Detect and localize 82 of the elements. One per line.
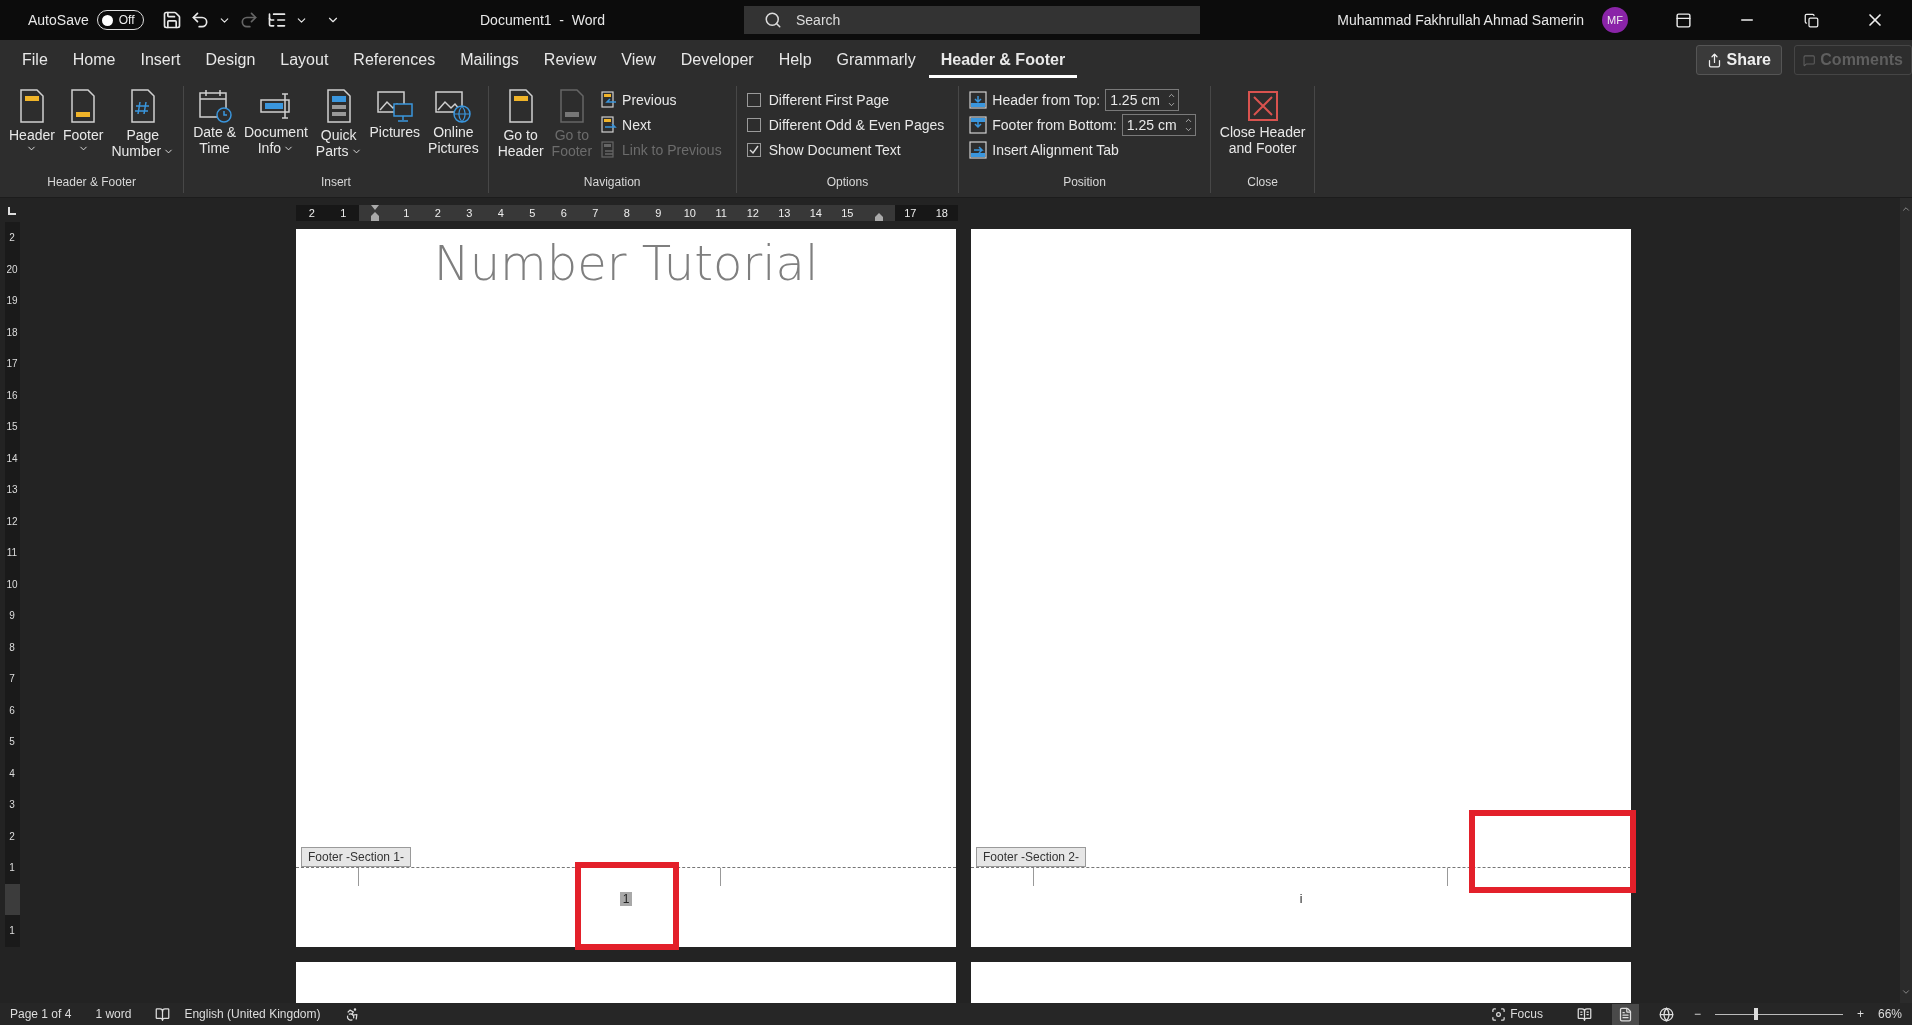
ribbon-tab[interactable]: Review <box>531 42 609 78</box>
ribbon-button[interactable]: Go to Header <box>494 86 547 175</box>
spinner-label: Header from Top: <box>992 91 1101 108</box>
calendar-clock-icon <box>196 88 233 124</box>
ribbon-button[interactable]: Pictures <box>366 86 424 175</box>
list-icon[interactable] <box>266 10 287 30</box>
language-label[interactable]: English (United Kingdom) <box>184 1007 321 1021</box>
option-checkbox[interactable]: Different First Page <box>746 88 945 111</box>
comment-icon <box>1803 52 1816 68</box>
page-number[interactable]: 1 <box>619 892 633 906</box>
ribbon-tab[interactable]: Header & Footer <box>928 42 1078 78</box>
scrollbar[interactable] <box>1900 198 1912 1003</box>
search-field[interactable]: Search <box>744 6 1200 34</box>
zoom-out-button[interactable]: − <box>1693 1007 1701 1021</box>
tab-selector-icon[interactable] <box>6 205 18 217</box>
document-title: Number Tutorial <box>432 235 820 291</box>
next-icon <box>601 115 618 134</box>
ribbon-tab[interactable]: Mailings <box>448 42 531 78</box>
previous-icon <box>601 90 618 109</box>
autosave-label: AutoSave <box>28 12 89 28</box>
ribbon-button[interactable]: Next <box>601 113 722 136</box>
page-count[interactable]: Page 1 of 4 <box>10 1007 72 1021</box>
zoom-in-button[interactable]: + <box>1856 1007 1864 1021</box>
search-icon <box>764 11 782 29</box>
user-avatar[interactable]: MF <box>1602 7 1628 33</box>
ribbon-button[interactable]: Previous <box>601 88 722 111</box>
pictures-icon <box>375 88 414 124</box>
footer-position-icon <box>969 115 988 134</box>
online-pictures-icon <box>434 88 473 124</box>
measurement-field[interactable]: 1.25 cm <box>1121 113 1196 136</box>
ribbon-button[interactable]: Document Info <box>241 86 311 175</box>
focus-label[interactable]: Focus <box>1510 1007 1543 1021</box>
share-button[interactable]: Share <box>1695 45 1782 75</box>
window-title: Document1 - Word <box>480 12 605 28</box>
ribbon-tab[interactable]: Layout <box>268 42 341 78</box>
print-layout-icon[interactable] <box>1611 1003 1639 1025</box>
share-icon <box>1706 52 1722 68</box>
group-label: Navigation <box>582 175 642 191</box>
ribbon-tab[interactable]: Home <box>60 42 128 78</box>
group-label: Position <box>1062 175 1107 191</box>
group-label: Insert <box>319 175 352 191</box>
proofing-icon[interactable] <box>155 1006 171 1022</box>
ribbon-tab[interactable]: Grammarly <box>824 42 928 78</box>
ribbon-tab[interactable]: Help <box>766 42 824 78</box>
footer-tag: Footer -Section 2- <box>976 847 1087 867</box>
ribbon-button[interactable]: Close Header and Footer <box>1216 86 1309 175</box>
ribbon-button[interactable]: Online Pictures <box>425 86 482 175</box>
ribbon-tab[interactable]: References <box>341 42 448 78</box>
ribbon-tab[interactable]: Insert <box>128 42 193 78</box>
focus-icon[interactable] <box>1491 1006 1507 1022</box>
group-label: Close <box>1246 175 1279 191</box>
accessibility-icon[interactable] <box>344 1006 360 1022</box>
scroll-up-icon[interactable] <box>1901 204 1911 214</box>
ribbon-button[interactable]: Date & Time <box>190 86 239 175</box>
vertical-ruler: 2 20 19 18 17 16 15 14 13 12 11 10 9 8 7 6 5 4 3 2 1 1 <box>4 222 20 947</box>
option-checkbox[interactable]: Show Document Text <box>746 138 945 161</box>
alignment-tab-icon <box>969 140 988 159</box>
scroll-down-icon[interactable] <box>1901 987 1911 997</box>
ribbon-tab[interactable]: Design <box>193 42 268 78</box>
ribbon-tab[interactable]: File <box>10 42 60 78</box>
group-label: Header & Footer <box>46 175 137 191</box>
ribbon-button[interactable]: Footer <box>59 86 107 175</box>
measurement-field[interactable]: 1.25 cm <box>1105 88 1180 111</box>
zoom-percent[interactable]: 66% <box>1877 1007 1902 1021</box>
ribbon-tab[interactable]: View <box>609 42 668 78</box>
spinner-label: Footer from Bottom: <box>992 116 1117 133</box>
header-position-icon <box>969 90 988 109</box>
checkmark-icon <box>748 144 759 155</box>
undo-icon[interactable] <box>189 10 210 30</box>
footer-tag: Footer -Section 1- <box>301 847 412 867</box>
indent-marker-icon[interactable] <box>369 205 380 221</box>
group-label: Options <box>825 175 870 191</box>
save-icon[interactable] <box>161 10 182 30</box>
option-checkbox[interactable]: Different Odd & Even Pages <box>746 113 945 136</box>
page-number[interactable]: i <box>1296 892 1306 906</box>
ribbon-button[interactable]: Header <box>6 86 58 175</box>
ribbon-button[interactable]: Insert Alignment Tab <box>969 138 1196 161</box>
ribbon-tab[interactable]: Developer <box>668 42 766 78</box>
ribbon-button[interactable]: Quick Parts <box>312 86 365 175</box>
word-count[interactable]: 1 word <box>95 1007 132 1021</box>
user-name: Muhammad Fakhrullah Ahmad Samerin <box>1337 12 1584 28</box>
ribbon-button[interactable]: Page Number <box>108 86 178 175</box>
